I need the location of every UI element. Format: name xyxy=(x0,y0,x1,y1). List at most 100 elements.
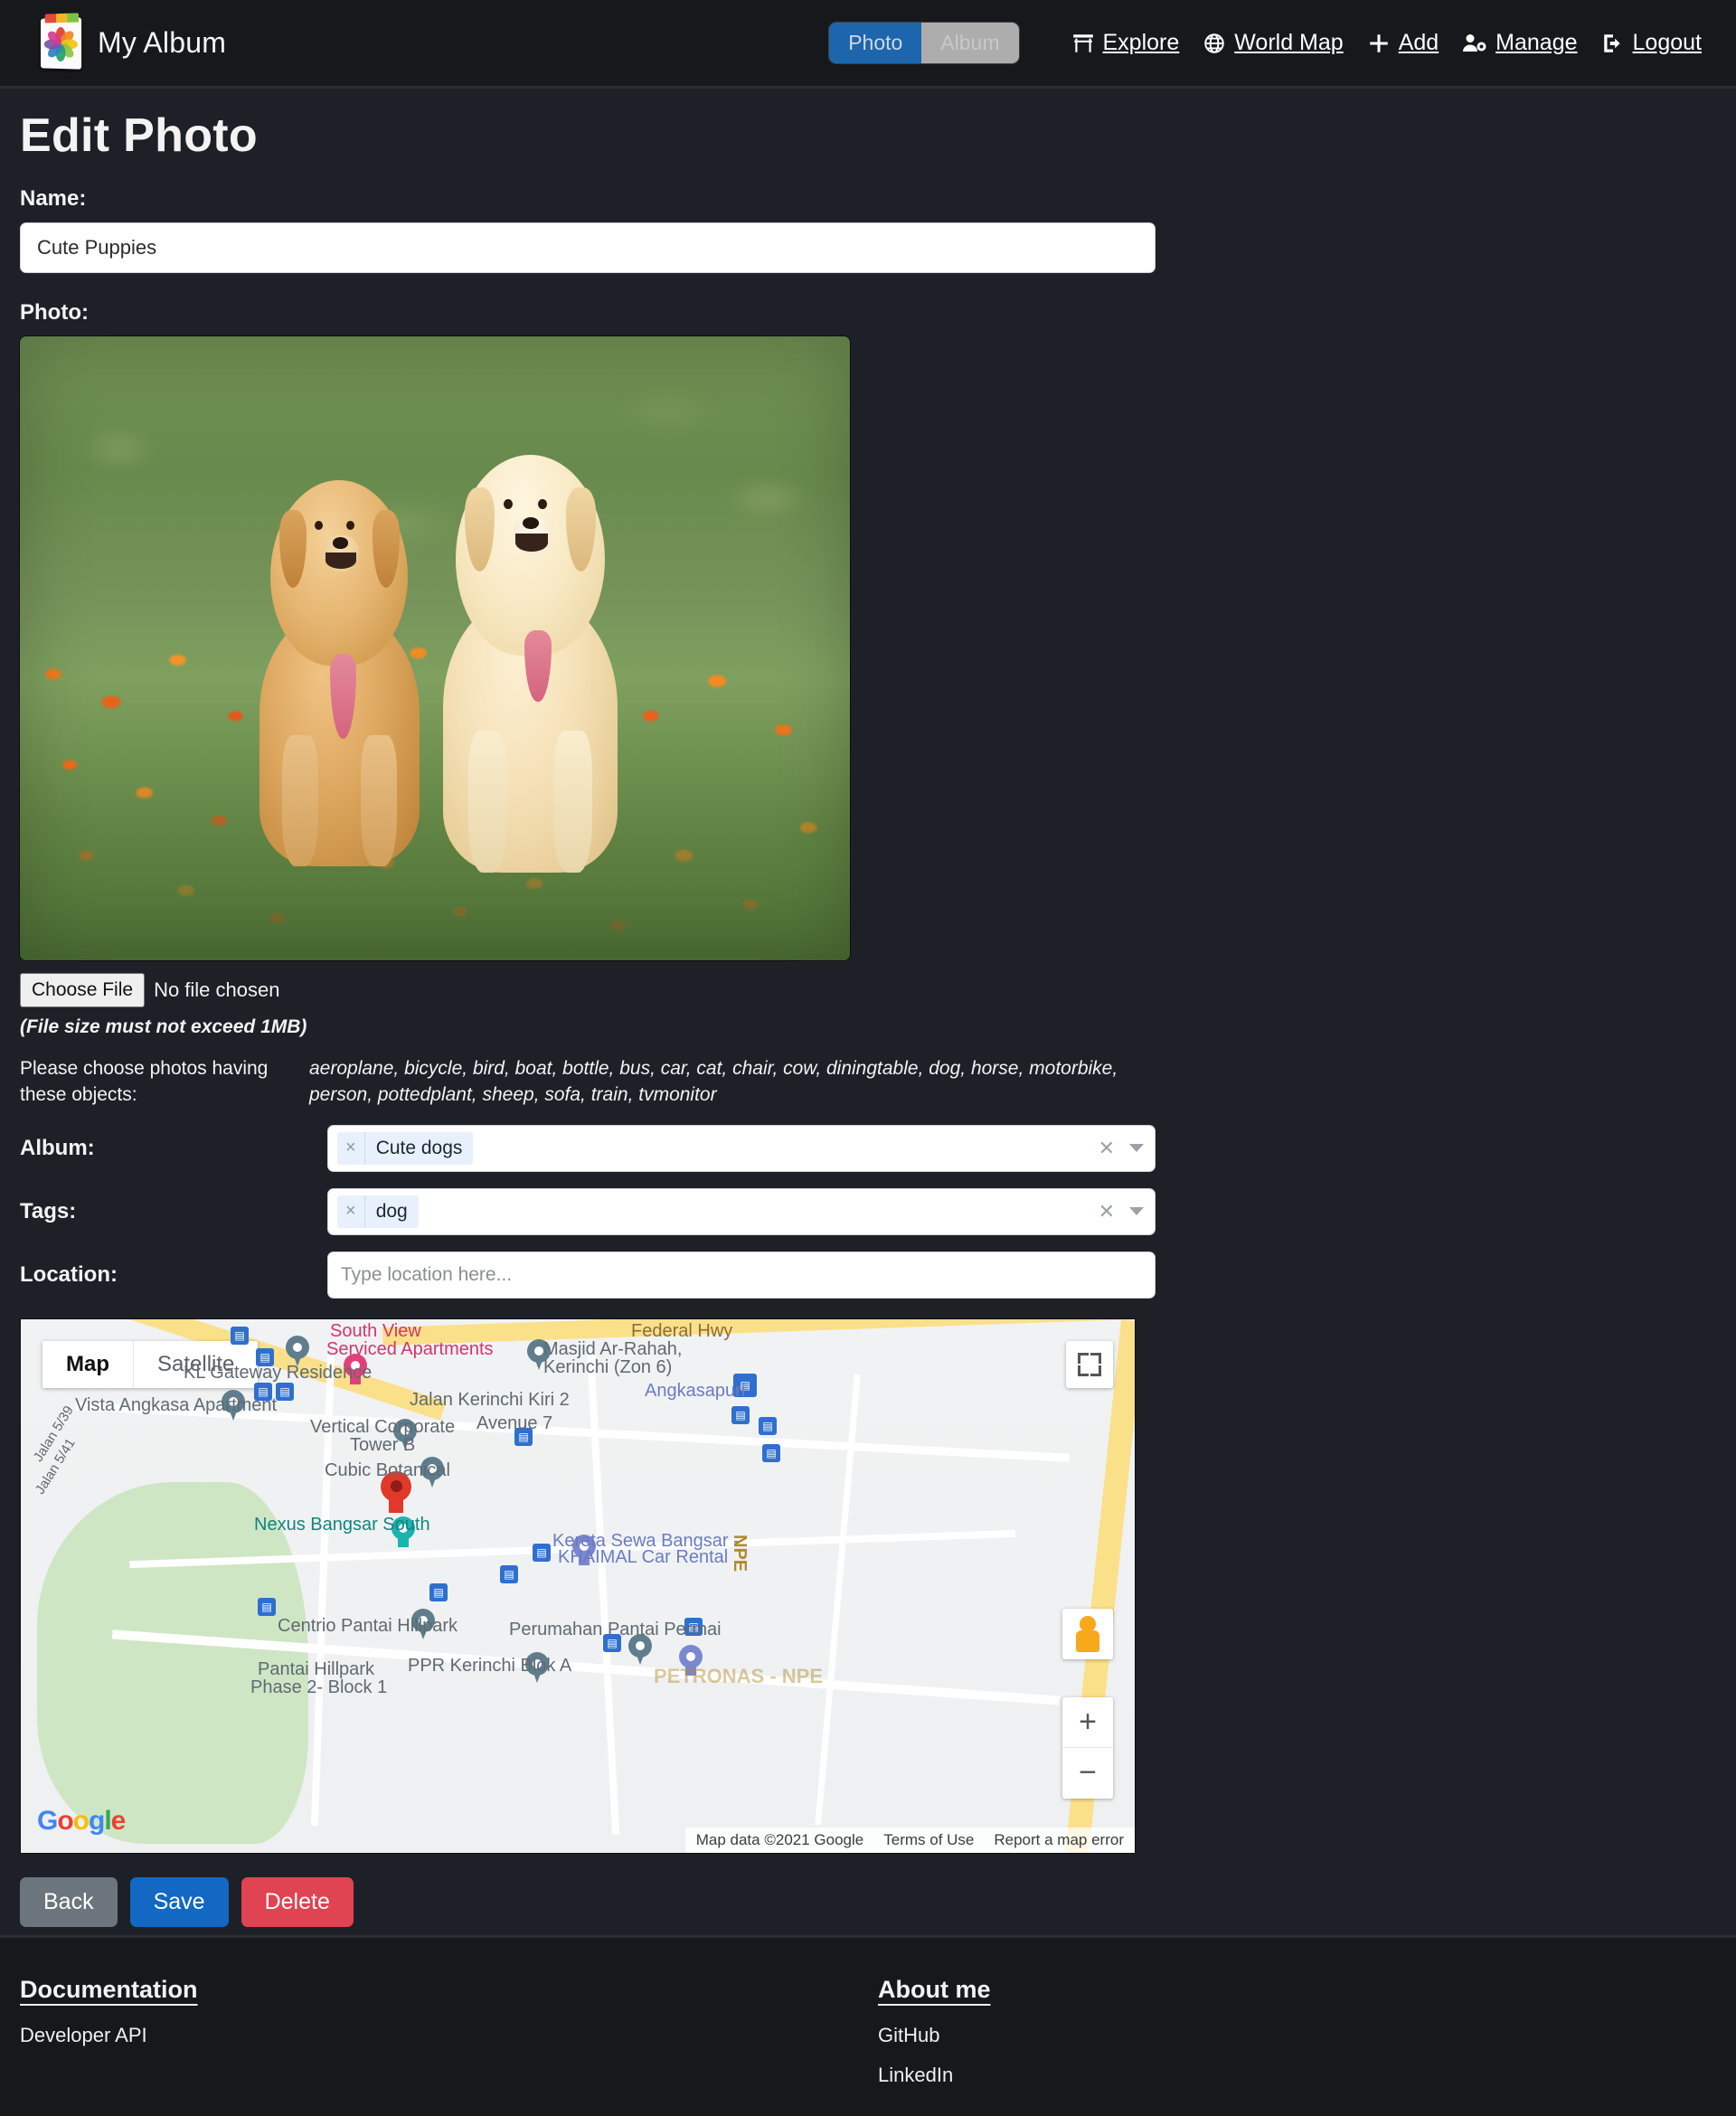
allowed-objects-list: aeroplane, bicycle, bird, boat, bottle, … xyxy=(309,1058,1118,1105)
nav-link-explore-label: Explore xyxy=(1102,30,1180,55)
footer-link-github[interactable]: GitHub xyxy=(878,2024,1736,2047)
nav-link-logout-label: Logout xyxy=(1632,30,1702,55)
album-clear-icon[interactable]: ✕ xyxy=(1099,1137,1115,1160)
album-chevron-down-icon[interactable] xyxy=(1129,1144,1144,1153)
nav-link-manage[interactable]: Manage xyxy=(1462,30,1578,56)
nav-link-add[interactable]: Add xyxy=(1367,30,1439,56)
report-map-error-link[interactable]: Report a map error xyxy=(994,1831,1124,1849)
transit-icon[interactable]: ▤ xyxy=(258,1597,276,1616)
map-zoom-controls[interactable]: + − xyxy=(1062,1696,1113,1799)
transit-icon[interactable]: ▤ xyxy=(762,1443,780,1462)
footer-link-linkedin[interactable]: LinkedIn xyxy=(878,2064,1736,2087)
torii-gate-icon xyxy=(1071,32,1095,55)
navbar-links: Photo Album Explore World Map Add Manage… xyxy=(829,0,1702,86)
plus-icon xyxy=(1367,32,1391,55)
album-label: Album: xyxy=(20,1135,95,1160)
transit-icon[interactable]: ▤ xyxy=(276,1382,294,1401)
transit-icon[interactable]: ▤ xyxy=(429,1582,448,1601)
tags-chip[interactable]: × dog xyxy=(337,1195,419,1228)
navbar: My Album Photo Album Explore World Map A… xyxy=(0,0,1736,89)
map-type-map[interactable]: Map xyxy=(42,1340,134,1388)
tags-chip-remove-icon[interactable]: × xyxy=(337,1201,364,1222)
photo-album-toggle[interactable]: Photo Album xyxy=(829,23,1019,63)
map-label: Angkasapuri xyxy=(645,1380,746,1401)
map-label: Serviced Apartments xyxy=(326,1338,494,1359)
footer-heading-about-me: About me xyxy=(878,1976,991,2003)
name-input[interactable] xyxy=(20,222,1156,273)
puppy-right xyxy=(427,455,635,874)
footer-column-documentation: Documentation Developer API xyxy=(20,1976,878,2116)
map-label: NPE xyxy=(730,1534,750,1573)
map-label: Phase 2- Block 1 xyxy=(250,1677,388,1697)
map-pin[interactable] xyxy=(286,1335,309,1366)
nav-link-world-map[interactable]: World Map xyxy=(1203,30,1344,56)
map-label: Perumahan Pantai Permai xyxy=(509,1619,722,1639)
delete-button[interactable]: Delete xyxy=(241,1876,354,1927)
album-select[interactable]: × Cute dogs ✕ xyxy=(327,1124,1156,1172)
album-chip[interactable]: × Cute dogs xyxy=(337,1131,474,1165)
fullscreen-icon[interactable] xyxy=(1066,1340,1113,1388)
tags-select[interactable]: × dog ✕ xyxy=(327,1187,1156,1235)
location-row: Location: xyxy=(20,1251,1736,1299)
puppy-left xyxy=(244,479,435,867)
photo-preview xyxy=(20,336,850,960)
tags-chevron-down-icon[interactable] xyxy=(1129,1207,1144,1216)
location-label: Location: xyxy=(20,1261,118,1287)
map-label: Cubic Botanical xyxy=(325,1459,450,1480)
nav-link-explore[interactable]: Explore xyxy=(1071,30,1180,56)
street-view-pegman-icon[interactable] xyxy=(1062,1608,1113,1659)
tags-select-actions: ✕ xyxy=(1099,1200,1144,1223)
google-watermark: Google xyxy=(37,1805,126,1836)
nav-link-logout[interactable]: Logout xyxy=(1601,30,1702,56)
map-data-text: Map data ©2021 Google xyxy=(695,1830,864,1848)
sign-out-icon xyxy=(1601,32,1625,55)
map-label: PETRONAS - NPE xyxy=(654,1664,824,1687)
tags-clear-icon[interactable]: ✕ xyxy=(1099,1200,1115,1223)
nav-link-manage-label: Manage xyxy=(1495,30,1578,55)
footer-column-about-me: About me GitHub LinkedIn xyxy=(878,1976,1736,2116)
allowed-objects-row: Please choose photos having these object… xyxy=(20,1056,1736,1109)
brand-title: My Album xyxy=(98,26,227,59)
map-label: Jalan Kerinchi Kiri 2 xyxy=(410,1389,570,1410)
transit-icon[interactable]: ▤ xyxy=(759,1416,777,1435)
brand[interactable]: My Album xyxy=(40,16,227,70)
puppies-photo xyxy=(20,336,850,960)
album-chip-label: Cute dogs xyxy=(375,1137,463,1158)
zoom-in-button[interactable]: + xyxy=(1062,1697,1113,1748)
transit-icon[interactable]: ▤ xyxy=(231,1326,249,1345)
toggle-album[interactable]: Album xyxy=(921,23,1019,63)
back-button[interactable]: Back xyxy=(20,1876,118,1927)
transit-icon[interactable]: ▤ xyxy=(500,1564,518,1583)
file-status-text: No file chosen xyxy=(154,978,280,1001)
save-button[interactable]: Save xyxy=(129,1876,229,1927)
album-select-actions: ✕ xyxy=(1099,1137,1144,1160)
album-chip-remove-icon[interactable]: × xyxy=(337,1138,364,1158)
terms-of-use-link[interactable]: Terms of Use xyxy=(883,1831,974,1849)
map-label: Kerinchi (Zon 6) xyxy=(543,1356,673,1377)
map-label: KHAIMAL Car Rental xyxy=(558,1546,729,1567)
zoom-out-button[interactable]: − xyxy=(1062,1748,1113,1799)
photo-album-icon xyxy=(41,16,82,70)
file-size-hint: (File size must not exceed 1MB) xyxy=(20,1016,307,1037)
footer-link-developer-api[interactable]: Developer API xyxy=(20,2024,878,2047)
nav-link-world-map-label: World Map xyxy=(1234,30,1344,55)
location-map[interactable]: Map Satellite + − ▤ ▤ ▤ ▤ ▤ ▤ ▤ ▤ ▤ ▤ ▤ … xyxy=(20,1318,1136,1854)
transit-icon[interactable]: ▤ xyxy=(731,1405,750,1424)
map-label: Centrio Pantai Hillpark xyxy=(278,1615,458,1636)
name-label: Name: xyxy=(20,186,87,211)
choose-file-button[interactable]: Choose File xyxy=(20,973,146,1007)
transit-icon[interactable]: ▤ xyxy=(533,1543,551,1562)
map-label: Avenue 7 xyxy=(476,1412,553,1433)
map-label: PPR Kerinchi Blok A xyxy=(408,1655,572,1676)
location-input[interactable] xyxy=(327,1251,1156,1299)
album-row: Album: × Cute dogs ✕ xyxy=(20,1124,1736,1172)
user-gear-icon xyxy=(1462,32,1487,55)
main-content: Edit Photo Name: Photo: xyxy=(0,89,1736,1947)
nav-link-add-label: Add xyxy=(1398,30,1439,55)
map-label: Vista Angkasa Apartment xyxy=(75,1394,278,1415)
toggle-photo[interactable]: Photo xyxy=(829,23,922,63)
tags-row: Tags: × dog ✕ xyxy=(20,1187,1736,1235)
photo-label: Photo: xyxy=(20,300,89,325)
tags-label: Tags: xyxy=(20,1198,77,1223)
file-upload-row: Choose File No file chosen xyxy=(20,973,1736,1007)
